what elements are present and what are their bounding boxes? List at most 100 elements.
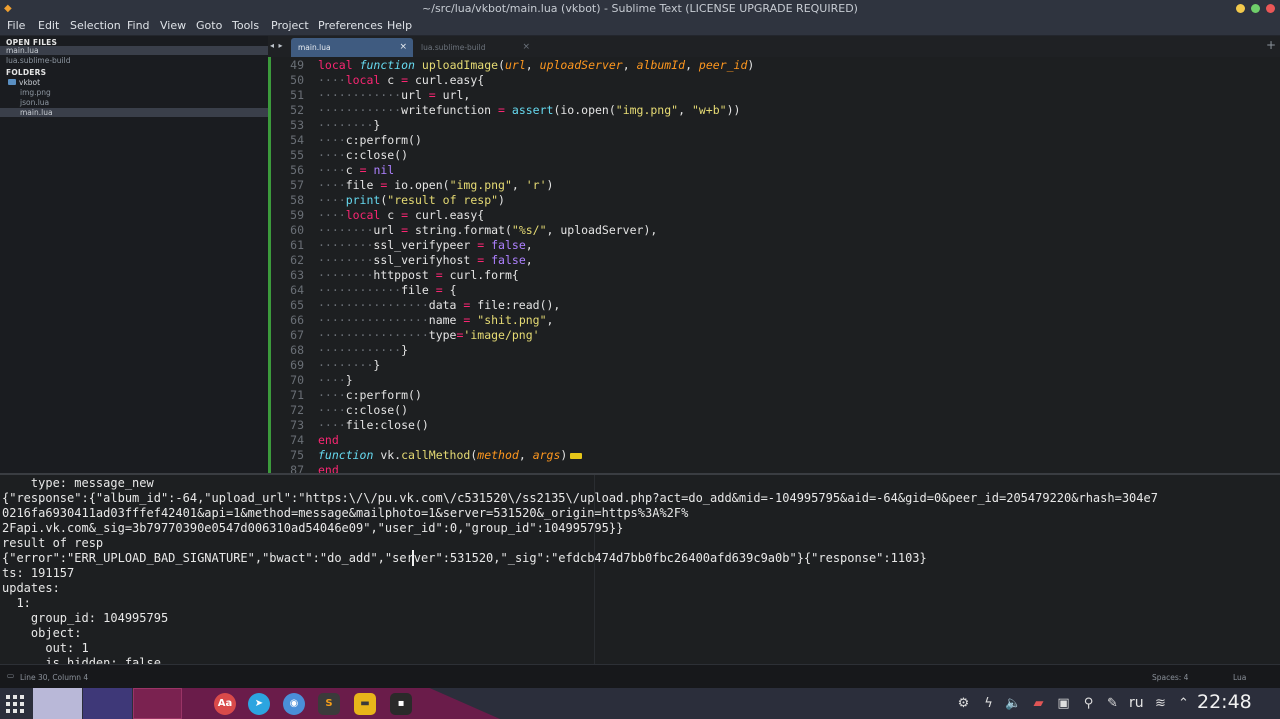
output-line[interactable]: 0216fa6930411ad03fffef42401&api=1&method… — [2, 506, 688, 520]
output-line[interactable]: {"error":"ERR_UPLOAD_BAD_SIGNATURE","bwa… — [2, 551, 927, 565]
code-line[interactable]: ····c:close() — [318, 148, 408, 162]
code-line[interactable]: ············file = { — [318, 283, 457, 297]
keyboard-icon[interactable]: ✎ — [1104, 695, 1121, 712]
terminal-icon[interactable]: ▪ — [390, 693, 412, 715]
chromium-icon[interactable]: ◉ — [283, 693, 305, 715]
code-line[interactable]: ····c:close() — [318, 403, 408, 417]
code-line[interactable]: end — [318, 463, 339, 473]
code-line[interactable]: ················name = "shit.png", — [318, 313, 553, 327]
menu-help[interactable]: Help — [387, 19, 412, 32]
code-line[interactable]: ····print("result of resp") — [318, 193, 505, 207]
open-file-main-lua[interactable]: main.lua — [6, 46, 39, 55]
workspace-1[interactable] — [33, 688, 82, 719]
file-json-lua[interactable]: json.lua — [20, 98, 49, 107]
app-launcher-icon[interactable] — [6, 695, 24, 713]
output-line[interactable]: out: 1 — [2, 641, 88, 655]
output-line[interactable]: updates: — [2, 581, 60, 595]
bolt-tray-icon[interactable]: ϟ — [980, 695, 997, 712]
output-line[interactable]: object: — [2, 626, 82, 640]
font-viewer-app-icon[interactable]: Aa — [214, 693, 236, 715]
menu-project[interactable]: Project — [271, 19, 309, 32]
output-line[interactable]: ts: 191157 — [2, 566, 74, 580]
code-line[interactable]: function vk.callMethod(method, args) — [318, 448, 583, 462]
code-line[interactable]: ········ssl_verifyhost = false, — [318, 253, 533, 267]
menu-find[interactable]: Find — [127, 19, 150, 32]
telegram-icon[interactable]: ➤ — [248, 693, 270, 715]
title-bar: ◆ ~/src/lua/vkbot/main.lua (vkbot) - Sub… — [0, 0, 1280, 17]
code-line[interactable]: ················type='image/png' — [318, 328, 540, 342]
menu-tools[interactable]: Tools — [232, 19, 259, 32]
code-line[interactable]: ················data = file:read(), — [318, 298, 560, 312]
code-line[interactable]: ············} — [318, 343, 408, 357]
workspace-3[interactable] — [133, 688, 182, 719]
status-spaces[interactable]: Spaces: 4 — [1152, 673, 1188, 682]
file-main-lua[interactable]: main.lua — [20, 108, 53, 117]
code-line[interactable]: ············writefunction = assert(io.op… — [318, 103, 740, 117]
code-line[interactable]: ········} — [318, 358, 380, 372]
menu-file[interactable]: File — [7, 19, 25, 32]
code-line[interactable]: ····c:perform() — [318, 133, 422, 147]
menu-goto[interactable]: Goto — [196, 19, 222, 32]
output-line[interactable]: is_hidden: false — [2, 656, 161, 664]
code-line[interactable]: ····c = nil — [318, 163, 394, 177]
network-tray-icon[interactable]: ⚙ — [955, 695, 972, 712]
output-line[interactable]: 2Fapi.vk.com&_sig=3b79770390e0547d006310… — [2, 521, 623, 535]
code-line[interactable]: ········ssl_verifypeer = false, — [318, 238, 533, 252]
file-img-png[interactable]: img.png — [20, 88, 51, 97]
menu-selection[interactable]: Selection — [70, 19, 121, 32]
minimize-button[interactable] — [1236, 4, 1245, 13]
file-manager-icon[interactable]: ▬ — [354, 693, 376, 715]
volume-icon[interactable]: 🔈 — [1005, 695, 1022, 712]
tab-close-icon[interactable]: × — [399, 42, 407, 52]
output-line[interactable]: type: message_new — [2, 476, 154, 490]
clipboard-icon[interactable]: ▣ — [1055, 695, 1072, 712]
code-line[interactable]: ····} — [318, 373, 353, 387]
output-line[interactable]: result of resp — [2, 536, 103, 550]
menu-preferences[interactable]: Preferences — [318, 19, 383, 32]
code-line[interactable]: ····local c = curl.easy{ — [318, 208, 484, 222]
status-monitor-icon[interactable]: ▭ — [7, 671, 14, 680]
close-button[interactable] — [1266, 4, 1275, 13]
folder-vkbot[interactable]: vkbot — [19, 78, 40, 87]
tab-close-icon[interactable]: × — [522, 42, 530, 52]
line-number: 63 — [290, 268, 304, 282]
code-line[interactable]: ····c:perform() — [318, 388, 422, 402]
code-line[interactable]: ········} — [318, 118, 380, 132]
location-icon[interactable]: ⚲ — [1080, 695, 1097, 712]
sublime-text-icon[interactable]: S — [318, 693, 340, 715]
output-panel[interactable]: type: message_new {"response":{"album_id"… — [0, 473, 1280, 664]
fold-marker[interactable] — [570, 452, 583, 459]
code-line[interactable]: ····file:close() — [318, 418, 429, 432]
tray-expand-icon[interactable]: ⌃ — [1175, 695, 1192, 712]
keyboard-layout[interactable]: ru — [1129, 695, 1144, 711]
tab-label: main.lua — [298, 43, 331, 52]
code-editor[interactable]: local function uploadImage(url, uploadSe… — [314, 57, 1280, 473]
notification-icon[interactable]: ▰ — [1030, 695, 1047, 712]
code-line[interactable]: local function uploadImage(url, uploadSe… — [318, 58, 754, 72]
line-number: 64 — [290, 283, 304, 297]
output-line[interactable]: {"response":{"album_id":-64,"upload_url"… — [2, 491, 1158, 505]
output-line[interactable]: group_id: 104995795 — [2, 611, 168, 625]
code-line[interactable]: ····local c = curl.easy{ — [318, 73, 484, 87]
tab-main-lua[interactable]: main.lua × — [291, 38, 413, 57]
tab-lua-sublime-build[interactable]: lua.sublime-build × — [414, 38, 536, 57]
workspace-2[interactable] — [83, 688, 132, 719]
code-line[interactable]: end — [318, 433, 339, 447]
code-line[interactable]: ········httppost = curl.form{ — [318, 268, 519, 282]
new-tab-icon[interactable]: + — [1266, 38, 1276, 52]
output-line[interactable]: 1: — [2, 596, 30, 610]
status-position[interactable]: Line 30, Column 4 — [20, 673, 88, 682]
line-number: 51 — [290, 88, 304, 102]
tab-nav-arrows[interactable]: ◂ ▸ — [270, 41, 284, 50]
menu-edit[interactable]: Edit — [38, 19, 59, 32]
open-file-lua-sublime-build[interactable]: lua.sublime-build — [6, 56, 70, 65]
maximize-button[interactable] — [1251, 4, 1260, 13]
line-number: 53 — [290, 118, 304, 132]
clock[interactable]: 22:48 — [1197, 691, 1252, 713]
code-line[interactable]: ············url = url, — [318, 88, 470, 102]
code-line[interactable]: ········url = string.format("%s/", uploa… — [318, 223, 657, 237]
status-syntax[interactable]: Lua — [1233, 673, 1246, 682]
wifi-icon[interactable]: ≋ — [1152, 695, 1169, 712]
menu-view[interactable]: View — [160, 19, 186, 32]
code-line[interactable]: ····file = io.open("img.png", 'r') — [318, 178, 553, 192]
